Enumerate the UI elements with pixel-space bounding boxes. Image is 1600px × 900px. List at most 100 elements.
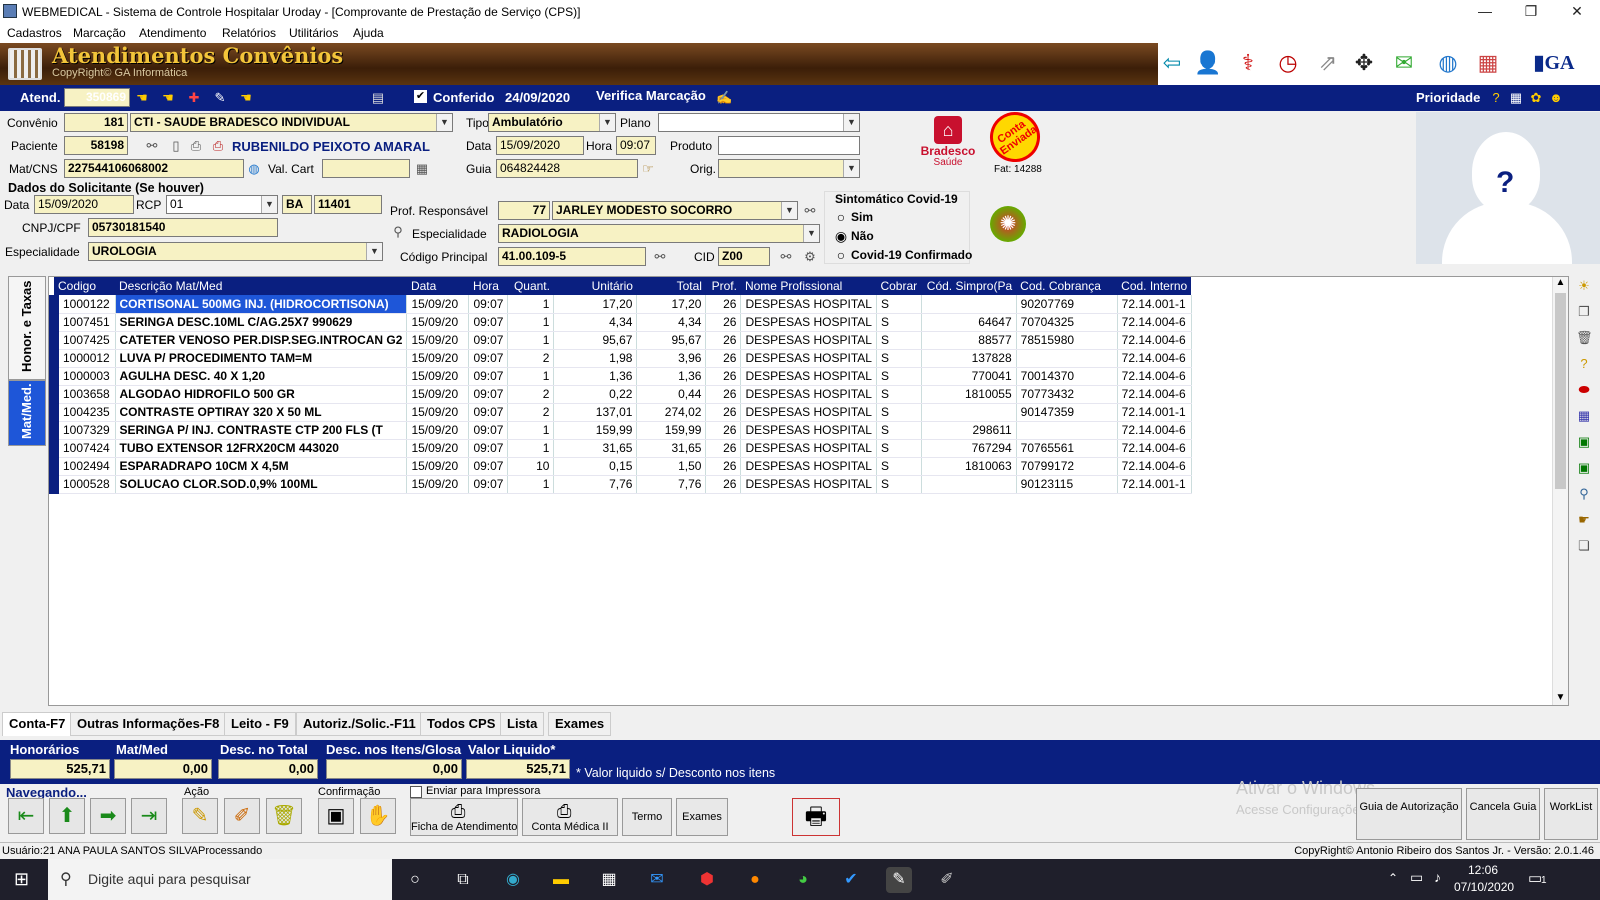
conta-medica-button[interactable]: ⎙ Conta Médica II	[522, 798, 618, 836]
column-header[interactable]: Total	[636, 277, 706, 295]
sms-icon[interactable]: ✉	[1390, 49, 1418, 77]
restore-button[interactable]: ❐	[1508, 0, 1554, 24]
delete-button[interactable]: 🗑	[266, 798, 302, 834]
produto-field[interactable]	[718, 136, 860, 155]
matcns-field[interactable]: 227544106068002	[64, 159, 244, 178]
exames-button[interactable]: Exames	[676, 798, 728, 836]
nav-next-button[interactable]: ➡	[90, 798, 126, 834]
chevron-down-icon[interactable]: ▼	[843, 160, 859, 177]
edit-button[interactable]: ✎	[182, 798, 218, 834]
nav-last-button[interactable]: ⇥	[131, 798, 167, 834]
explorer-icon[interactable]: ▬	[548, 867, 574, 893]
table-row[interactable]: 1002494 ESPARADRAPO 10CM X 4,5M 15/09/20 09…	[49, 457, 1192, 476]
calendar-icon[interactable]: ▦	[1508, 90, 1524, 106]
table-row[interactable]: 1000003 AGULHA DESC. 40 X 1,20 15/09/20 09:…	[49, 367, 1192, 386]
hand-next-icon[interactable]: ☚	[238, 90, 254, 106]
uf-field[interactable]: BA	[282, 195, 312, 214]
sol-data-field[interactable]: 15/09/2020	[34, 195, 134, 214]
table-row[interactable]: 1004235 CONTRASTE OPTIRAY 320 X 50 ML 15/0…	[49, 403, 1192, 422]
taskbar-search[interactable]: ⚲ Digite aqui para pesquisar	[48, 859, 392, 900]
binoculars-icon[interactable]: ⚯	[144, 138, 160, 154]
column-header[interactable]: Prof.	[705, 277, 741, 295]
termo-button[interactable]: Termo	[622, 798, 672, 836]
cnpj-field[interactable]: 05730181540	[88, 218, 278, 237]
paciente-code-field[interactable]: 58198	[64, 136, 128, 155]
sun-icon[interactable]: ☀	[1576, 278, 1592, 294]
tab-honor-taxas[interactable]: Honor. e Taxas	[8, 276, 46, 380]
table-row[interactable]: 1003658 ALGODAO HIDROFILO 500 GR 15/09/20 0…	[49, 385, 1192, 404]
binoculars-icon[interactable]: ⚯	[802, 203, 818, 219]
covid-nao-radio[interactable]: ◉	[833, 228, 849, 244]
table-row[interactable]: 1000122 CORTISONAL 500MG INJ. (HIDROCORTI…	[49, 295, 1192, 314]
pointer-hand-icon[interactable]: ☞	[640, 161, 656, 177]
help-icon[interactable]: ?	[1576, 356, 1592, 372]
chevron-down-icon[interactable]: ▼	[599, 114, 615, 131]
covid-sim-radio[interactable]: ○	[833, 209, 849, 225]
tab-conta[interactable]: Conta-F7	[2, 712, 73, 736]
alert-icon[interactable]: ☻	[1548, 90, 1564, 106]
volume-icon[interactable]: ♪	[1434, 869, 1441, 885]
column-header[interactable]: Cod. Interno	[1117, 277, 1192, 295]
menu-relatorios[interactable]: Relatórios	[222, 26, 276, 40]
table-row[interactable]: 1007451 SERINGA DESC.10ML C/AG.25X7 99062…	[49, 313, 1192, 332]
chevron-down-icon[interactable]: ▼	[803, 225, 819, 242]
document-icon[interactable]: ▯	[168, 138, 184, 154]
column-header[interactable]: Nome Profissional	[740, 277, 877, 295]
column-header[interactable]: Hora	[468, 277, 508, 295]
column-header[interactable]: Codigo	[54, 277, 115, 295]
covid-confirmado-radio[interactable]: ○	[833, 247, 849, 263]
calendar-icon[interactable]: ▦	[414, 161, 430, 177]
settings-icon[interactable]: ✿	[1528, 90, 1544, 106]
orig-select[interactable]: ▼	[718, 159, 860, 178]
cancela-guia-button[interactable]: Cancela Guia	[1466, 788, 1540, 840]
pill-icon[interactable]: ⬬	[1576, 382, 1592, 398]
table-row[interactable]: 1007424 TUBO EXTENSOR 12FRX20CM 443020 15/…	[49, 439, 1192, 458]
binoculars-icon[interactable]: ⚯	[652, 249, 668, 265]
cortana-icon[interactable]: ○	[402, 867, 428, 893]
scroll-down-icon[interactable]: ▼	[1553, 692, 1568, 703]
worklist-button[interactable]: WorkList	[1544, 788, 1598, 840]
task-view-icon[interactable]: ⧉	[450, 867, 476, 893]
scroll-thumb[interactable]	[1555, 293, 1566, 489]
prof-select[interactable]: JARLEY MODESTO SOCORRO ▼	[552, 201, 798, 220]
back-arrow-icon[interactable]: ⇦	[1158, 49, 1186, 77]
printer-red-icon[interactable]: ⎙	[210, 138, 226, 154]
chrome-icon[interactable]: ◕	[790, 867, 816, 893]
save-button[interactable]: ▣	[318, 798, 354, 834]
crm-field[interactable]: 11401	[314, 195, 382, 214]
hand-first-icon[interactable]: ☚	[134, 90, 150, 106]
hand-icon[interactable]: ☛	[1576, 512, 1592, 528]
ficha-atendimento-button[interactable]: ⎙ Ficha de Atendimento	[410, 798, 518, 836]
verifica-marcacao-link[interactable]: Verifica Marcação	[596, 88, 706, 103]
menu-marcacao[interactable]: Marcação	[73, 26, 126, 40]
plano-select[interactable]: ▼	[658, 113, 860, 132]
app-check-icon[interactable]: ✔	[838, 867, 864, 893]
globe-icon[interactable]: ◍	[246, 161, 262, 177]
globe-icon[interactable]: ◍	[1434, 49, 1462, 77]
scroll-up-icon[interactable]: ▲	[1553, 277, 1568, 288]
clock-time[interactable]: 12:06	[1468, 863, 1498, 877]
tab-matmed[interactable]: Mat/Med.	[8, 380, 46, 446]
column-header[interactable]: Quant.	[507, 277, 554, 295]
menu-utilitarios[interactable]: Utilitários	[289, 26, 338, 40]
table-row[interactable]: 1000012 LUVA P/ PROCEDIMENTO TAM=M 15/09/2…	[49, 349, 1192, 368]
rcp-select[interactable]: 01 ▼	[166, 195, 278, 214]
tab-autoriz-solic[interactable]: Autoriz./Solic.-F11	[296, 712, 423, 736]
column-header[interactable]: Data	[406, 277, 469, 295]
tab-exames[interactable]: Exames	[548, 712, 612, 736]
cancel-button[interactable]: ✋	[360, 798, 396, 834]
chevron-down-icon[interactable]: ▼	[781, 202, 797, 219]
chevron-down-icon[interactable]: ▼	[436, 114, 452, 131]
nav-prev-button[interactable]: ⬆	[49, 798, 85, 834]
paint-icon[interactable]: ✐	[934, 867, 960, 893]
edge-icon[interactable]: ◉	[500, 867, 526, 893]
column-header[interactable]: Cobrar	[876, 277, 922, 295]
prof-code-field[interactable]: 77	[498, 201, 550, 220]
tray-chevron-icon[interactable]: ⌃	[1388, 871, 1398, 885]
screen-icon[interactable]: ▣	[1576, 460, 1592, 476]
hand-prev-icon[interactable]: ☚	[160, 90, 176, 106]
column-header[interactable]: Unitário	[553, 277, 637, 295]
add-patient-icon[interactable]: 👤	[1194, 49, 1222, 77]
new-record-icon[interactable]: ✚	[186, 90, 202, 106]
presentation-icon[interactable]: ▦	[1474, 49, 1502, 77]
